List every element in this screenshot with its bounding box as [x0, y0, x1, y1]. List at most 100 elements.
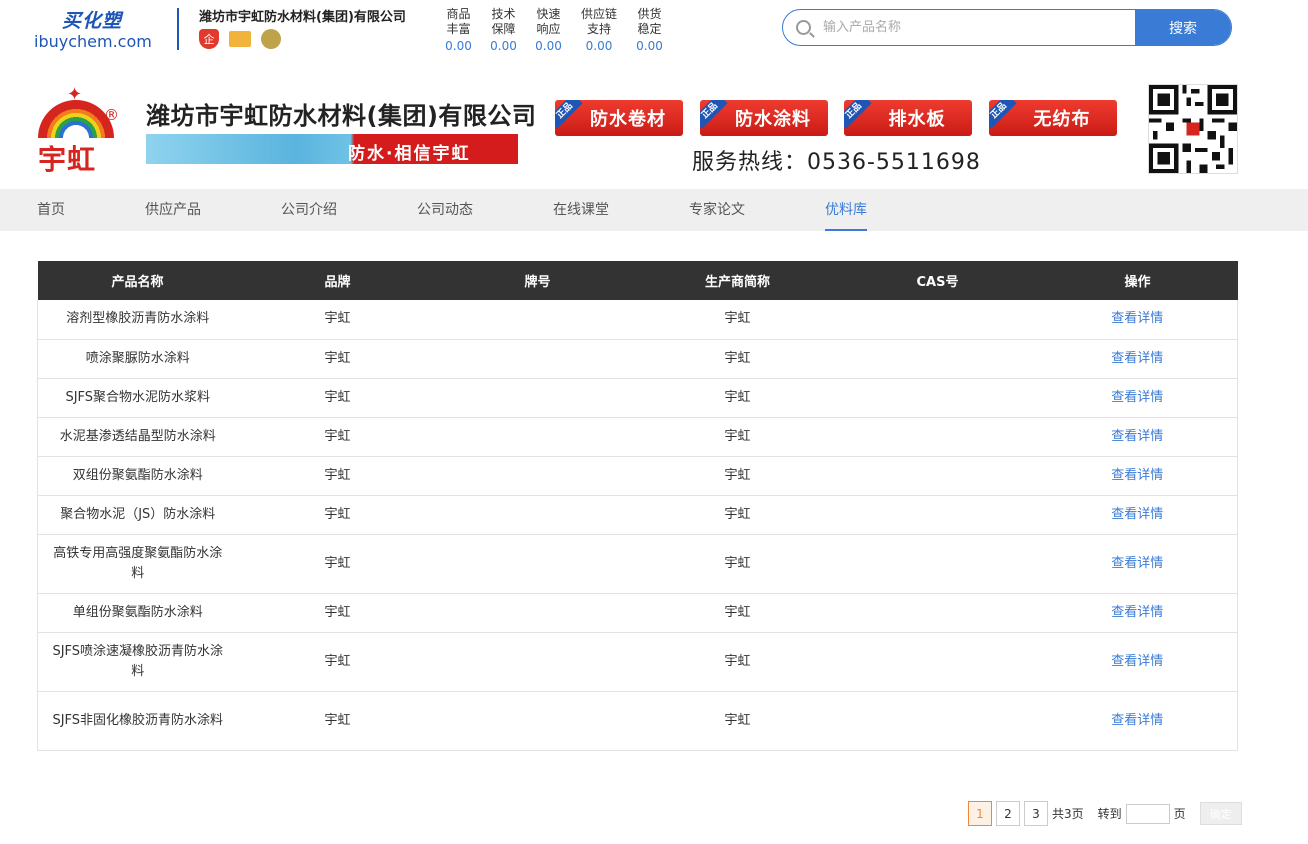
goto-page-input[interactable] [1125, 803, 1170, 824]
brand-cell: 宇虹 [237, 378, 438, 418]
genuine-tag: 正品 [989, 100, 1017, 129]
enterprise-badge-icon: 企 [199, 29, 219, 49]
cas-cell [837, 300, 1038, 340]
pagination: 1 2 3 共3页 转到 页 确定 [968, 801, 1242, 826]
product-name-cell: 水泥基渗透结晶型防水涂料 [37, 417, 238, 457]
genuine-tag: 正品 [555, 100, 583, 129]
logo-cn-text: 买化塑 [62, 10, 123, 32]
grade-cell [437, 632, 638, 692]
grade-cell [437, 300, 638, 340]
table-row: 高铁专用高强度聚氨酯防水涂料 宇虹 宇虹 查看详情 [37, 534, 1238, 594]
table-row: 喷涂聚脲防水涂料 宇虹 宇虹 查看详情 [37, 339, 1238, 379]
top-header: 买化塑 ibuychem.com 潍坊市宇虹防水材料(集团)有限公司 企 商品丰… [0, 0, 1308, 70]
product-button-rolls[interactable]: 正品 防水卷材 [555, 100, 683, 136]
grade-cell [437, 378, 638, 418]
view-details-link[interactable]: 查看详情 [1111, 507, 1163, 522]
brand-cell: 宇虹 [237, 417, 438, 457]
search-input[interactable] [823, 10, 1135, 45]
maker-cell: 宇虹 [637, 632, 838, 692]
page-unit-label: 页 [1173, 807, 1186, 821]
yuhong-logo: ✦ ® 宇虹 [36, 84, 126, 176]
product-button-coatings[interactable]: 正品 防水涂料 [700, 100, 828, 136]
nav-courses[interactable]: 在线课堂 [553, 189, 609, 231]
logo-en-text: ibuychem.com [34, 32, 152, 51]
nav-products[interactable]: 供应产品 [145, 189, 201, 231]
action-cell: 查看详情 [1037, 417, 1238, 457]
grade-cell [437, 534, 638, 594]
maker-cell: 宇虹 [637, 339, 838, 379]
maker-cell: 宇虹 [637, 456, 838, 496]
col-header-brand: 品牌 [237, 261, 438, 300]
search-button[interactable]: 搜索 [1135, 10, 1231, 45]
service-metrics: 商品 丰富 0.00 技术 保障 0.00 快速 响应 0.00 供应链 支持 0.00 供货稳… [436, 7, 672, 54]
table-row: SJFS喷涂速凝橡胶沥青防水涂料 宇虹 宇虹 查看详情 [37, 632, 1238, 692]
nav-news[interactable]: 公司动态 [417, 189, 473, 231]
grade-cell [437, 593, 638, 633]
site-logo[interactable]: 买化塑 ibuychem.com [34, 6, 162, 54]
metric-item: 供应链 支持 0.00 [580, 7, 617, 53]
product-name-cell: 双组份聚氨酯防水涂料 [37, 456, 238, 496]
col-header-name: 产品名称 [37, 261, 238, 300]
cas-cell [837, 632, 1038, 692]
product-button-nonwoven[interactable]: 正品 无纺布 [989, 100, 1117, 136]
page-3-button[interactable]: 3 [1024, 801, 1048, 826]
metric-item: 供货 稳定 0.00 [636, 7, 663, 53]
page-1-button[interactable]: 1 [968, 801, 992, 826]
action-cell: 查看详情 [1037, 456, 1238, 496]
action-cell: 查看详情 [1037, 691, 1238, 751]
genuine-tag: 正品 [844, 100, 872, 129]
brand-cell: 宇虹 [237, 339, 438, 379]
cas-cell [837, 456, 1038, 496]
rainbow-icon [38, 100, 114, 138]
brand-cell: 宇虹 [237, 593, 438, 633]
view-details-link[interactable]: 查看详情 [1111, 713, 1163, 728]
goto-confirm-button[interactable]: 确定 [1199, 802, 1242, 825]
product-button-drainage[interactable]: 正品 排水板 [844, 100, 972, 136]
table-row: 双组份聚氨酯防水涂料 宇虹 宇虹 查看详情 [37, 456, 1238, 496]
total-pages: 共3页 [1052, 807, 1084, 821]
product-name-cell: 喷涂聚脲防水涂料 [37, 339, 238, 379]
table-row: 聚合物水泥（JS）防水涂料 宇虹 宇虹 查看详情 [37, 495, 1238, 535]
view-details-link[interactable]: 查看详情 [1111, 556, 1163, 571]
nav-papers[interactable]: 专家论文 [689, 189, 745, 231]
registered-mark-icon: ® [104, 106, 119, 124]
view-details-link[interactable]: 查看详情 [1111, 605, 1163, 620]
view-details-link[interactable]: 查看详情 [1111, 390, 1163, 405]
metric-item: 快速 响应 0.00 [535, 7, 562, 53]
product-name-cell: 聚合物水泥（JS）防水涂料 [37, 495, 238, 535]
action-cell: 查看详情 [1037, 495, 1238, 535]
cas-cell [837, 378, 1038, 418]
view-details-link[interactable]: 查看详情 [1111, 654, 1163, 669]
action-cell: 查看详情 [1037, 534, 1238, 594]
license-certificate-icon [229, 31, 251, 47]
banner-title: 潍坊市宇虹防水材料(集团)有限公司 [146, 102, 537, 130]
nav-about[interactable]: 公司介绍 [281, 189, 337, 231]
view-details-link[interactable]: 查看详情 [1111, 429, 1163, 444]
gold-member-icon [261, 29, 281, 49]
company-name[interactable]: 潍坊市宇虹防水材料(集团)有限公司 [199, 6, 406, 25]
nav-materials[interactable]: 优料库 [825, 189, 867, 231]
cas-cell [837, 495, 1038, 535]
table-row: 水泥基渗透结晶型防水涂料 宇虹 宇虹 查看详情 [37, 417, 1238, 457]
slogan-text: 防水·相信宇虹 [348, 144, 471, 164]
product-name-cell: SJFS聚合物水泥防水浆料 [37, 378, 238, 418]
product-name-cell: SJFS非固化橡胶沥青防水涂料 [37, 691, 238, 751]
table-row: SJFS聚合物水泥防水浆料 宇虹 宇虹 查看详情 [37, 378, 1238, 418]
cas-cell [837, 593, 1038, 633]
page-2-button[interactable]: 2 [996, 801, 1020, 826]
grade-cell [437, 495, 638, 535]
nav-home[interactable]: 首页 [37, 189, 65, 231]
brand-cell: 宇虹 [237, 691, 438, 751]
view-details-link[interactable]: 查看详情 [1111, 311, 1163, 326]
view-details-link[interactable]: 查看详情 [1111, 468, 1163, 483]
cas-cell [837, 534, 1038, 594]
cas-cell [837, 417, 1038, 457]
service-hotline: 服务热线：0536-5511698 [692, 150, 981, 175]
maker-cell: 宇虹 [637, 417, 838, 457]
product-name-cell: SJFS喷涂速凝橡胶沥青防水涂料 [37, 632, 238, 692]
col-header-grade: 牌号 [437, 261, 638, 300]
materials-table: 产品名称 品牌 牌号 生产商简称 CAS号 操作 溶剂型橡胶沥青防水涂料 宇虹 … [37, 261, 1238, 751]
view-details-link[interactable]: 查看详情 [1111, 351, 1163, 366]
maker-cell: 宇虹 [637, 593, 838, 633]
grade-cell [437, 456, 638, 496]
